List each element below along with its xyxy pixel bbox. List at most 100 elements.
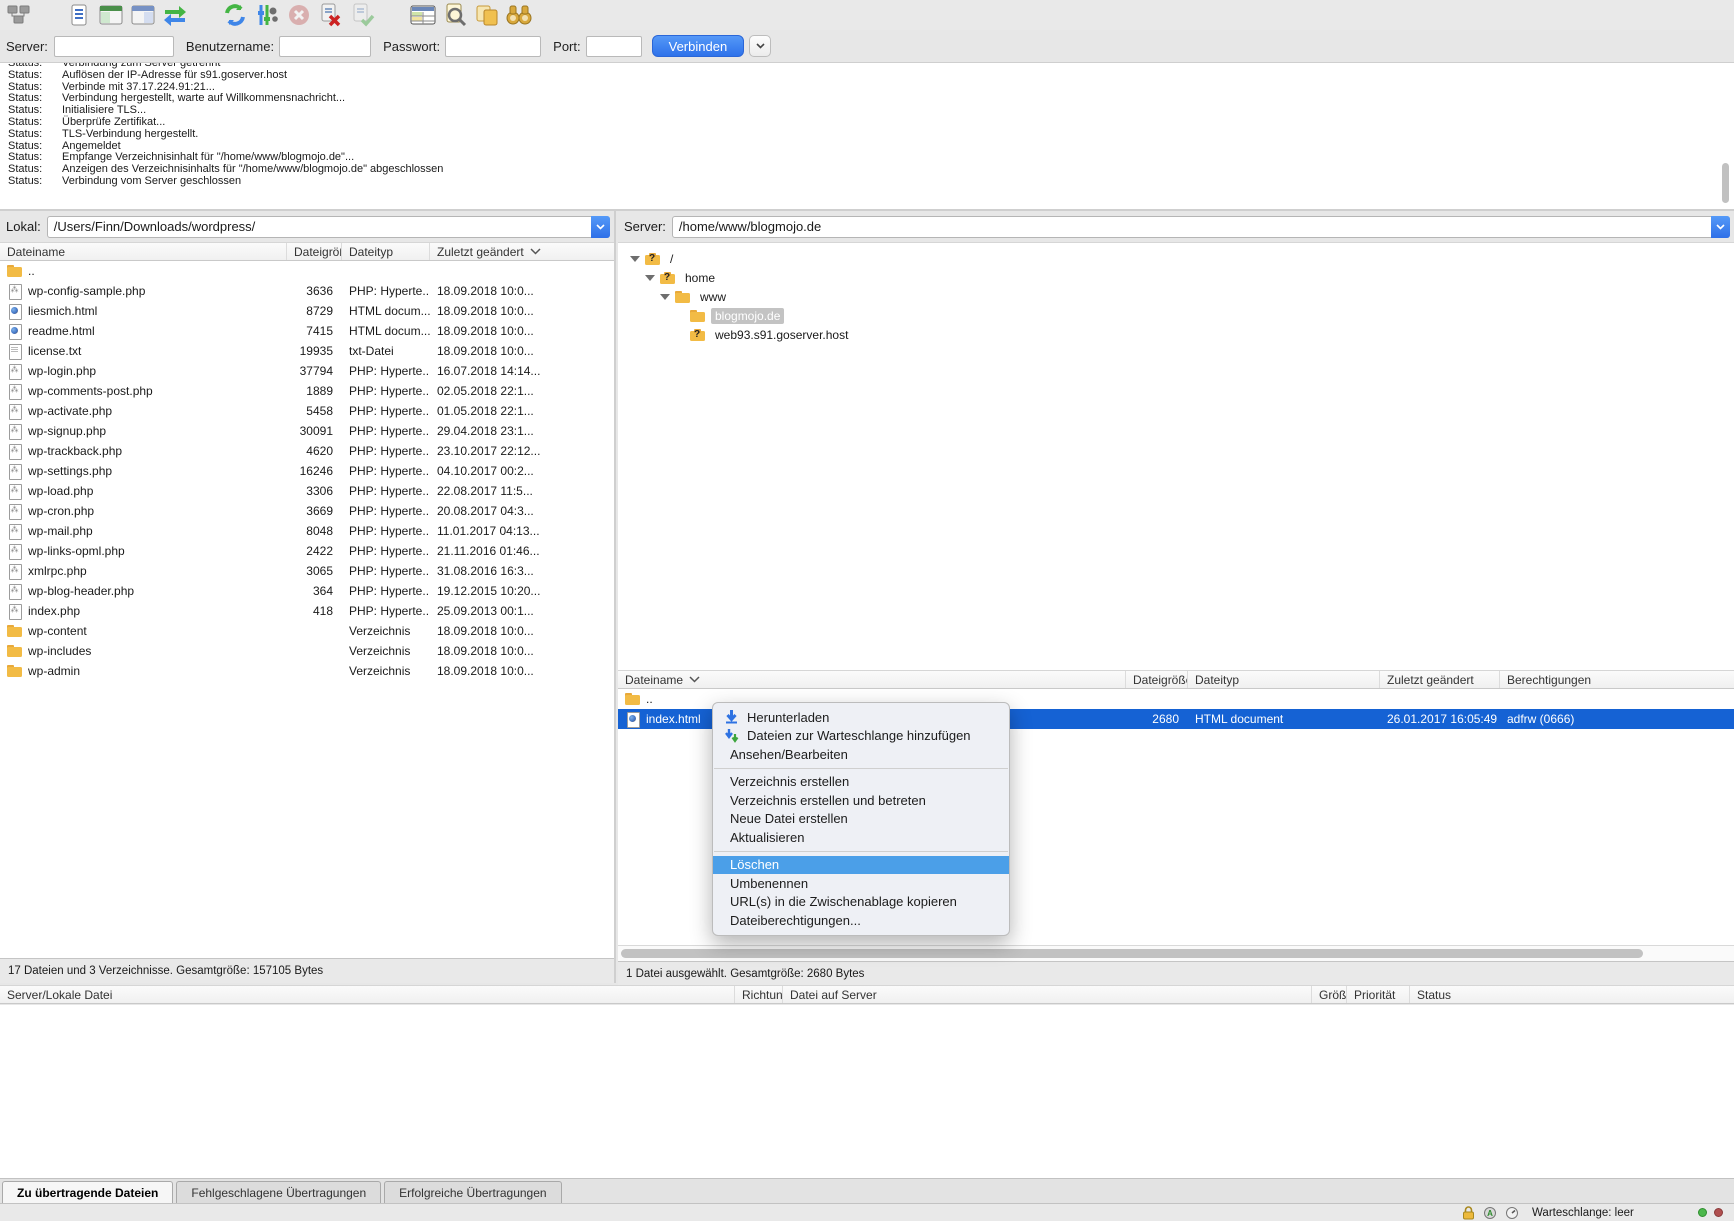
menu-item-ansehen-bearbeiten[interactable]: Ansehen/Bearbeiten bbox=[713, 745, 1009, 764]
file-row[interactable]: wp-comments-post.php1889PHP: Hyperte..02… bbox=[0, 381, 614, 401]
local-path-combo[interactable]: /Users/Finn/Downloads/wordpress/ bbox=[47, 216, 610, 238]
menu-item-herunterladen[interactable]: Herunterladen bbox=[713, 708, 1009, 727]
connect-button[interactable]: Verbinden bbox=[652, 35, 745, 57]
menu-item-verzeichnis-erstellen-und-betreten[interactable]: Verzeichnis erstellen und betreten bbox=[713, 791, 1009, 810]
cancel-icon[interactable] bbox=[286, 3, 312, 27]
menu-item-neue-datei-erstellen[interactable]: Neue Datei erstellen bbox=[713, 810, 1009, 829]
connect-dropdown-button[interactable] bbox=[749, 35, 771, 57]
menu-item-verzeichnis-erstellen[interactable]: Verzeichnis erstellen bbox=[713, 773, 1009, 792]
username-input[interactable] bbox=[279, 36, 371, 57]
file-row[interactable]: liesmich.html8729HTML docum...18.09.2018… bbox=[0, 301, 614, 321]
tree-item-blogmojo-de[interactable]: blogmojo.de bbox=[618, 306, 1734, 325]
column-header-priorit-t[interactable]: Priorität bbox=[1347, 986, 1410, 1003]
local-path-dropdown-button[interactable] bbox=[591, 216, 610, 238]
file-folder-icon bbox=[7, 664, 22, 678]
remote-path-dropdown-button[interactable] bbox=[1711, 216, 1730, 238]
remote-scrollbar-thumb[interactable] bbox=[621, 949, 1643, 958]
column-header-berechtigungen[interactable]: Berechtigungen bbox=[1500, 671, 1734, 688]
file-name: liesmich.html bbox=[28, 304, 97, 318]
file-row[interactable]: wp-links-opml.php2422PHP: Hyperte..21.11… bbox=[0, 541, 614, 561]
refresh-icon[interactable] bbox=[222, 3, 248, 27]
disclosure-triangle-icon[interactable] bbox=[660, 294, 670, 300]
port-input[interactable] bbox=[586, 36, 642, 57]
log-scrollbar-thumb[interactable] bbox=[1722, 163, 1729, 203]
tree-item-home[interactable]: home bbox=[618, 268, 1734, 287]
column-header-zuletzt-ge-ndert[interactable]: Zuletzt geändert bbox=[430, 243, 614, 260]
file-row[interactable]: license.txt19935txt-Datei18.09.2018 10:0… bbox=[0, 341, 614, 361]
file-row[interactable]: wp-contentVerzeichnis18.09.2018 10:0... bbox=[0, 621, 614, 641]
tree-item--[interactable]: / bbox=[618, 249, 1734, 268]
column-header-dateigr-e[interactable]: Dateigröße bbox=[287, 243, 342, 260]
filter-icon[interactable] bbox=[254, 3, 280, 27]
remote-path-value[interactable]: /home/www/blogmojo.de bbox=[673, 219, 1712, 234]
remote-status-text: 1 Datei ausgewählt. Gesamtgröße: 2680 By… bbox=[618, 961, 1734, 986]
server-input[interactable] bbox=[54, 36, 174, 57]
transfer-queue-body[interactable] bbox=[0, 1005, 1734, 1178]
transfer-queue-toggle-icon[interactable] bbox=[162, 3, 188, 27]
tab-fehlgeschlagene-bertragungen[interactable]: Fehlgeschlagene Übertragungen bbox=[176, 1181, 381, 1203]
message-log-toggle-icon[interactable] bbox=[66, 3, 92, 27]
column-header-dateiname[interactable]: Dateiname bbox=[0, 243, 287, 260]
menu-item-umbenennen[interactable]: Umbenennen bbox=[713, 874, 1009, 893]
local-tree-toggle-icon[interactable] bbox=[98, 3, 124, 27]
file-row[interactable]: wp-cron.php3669PHP: Hyperte..20.08.2017 … bbox=[0, 501, 614, 521]
column-header-server-lokale-datei[interactable]: Server/Lokale Datei bbox=[0, 986, 735, 1003]
menu-item-aktualisieren[interactable]: Aktualisieren bbox=[713, 828, 1009, 847]
column-header-richtung[interactable]: Richtung bbox=[735, 986, 783, 1003]
file-modified-cell: 02.05.2018 22:1... bbox=[430, 381, 614, 401]
find-files-icon[interactable] bbox=[506, 3, 532, 27]
column-header-gr-e[interactable]: Größe bbox=[1312, 986, 1347, 1003]
file-row[interactable]: wp-load.php3306PHP: Hyperte..22.08.2017 … bbox=[0, 481, 614, 501]
reconnect-icon[interactable] bbox=[350, 3, 376, 27]
remote-tree-toggle-icon[interactable] bbox=[130, 3, 156, 27]
file-row[interactable]: wp-login.php37794PHP: Hyperte..16.07.201… bbox=[0, 361, 614, 381]
column-header-dateityp[interactable]: Dateityp bbox=[342, 243, 430, 260]
column-header-dateityp[interactable]: Dateityp bbox=[1188, 671, 1380, 688]
menu-item-l-schen[interactable]: Löschen bbox=[713, 856, 1009, 875]
tab-zu-bertragende-dateien[interactable]: Zu übertragende Dateien bbox=[2, 1181, 173, 1203]
gear-auto-icon[interactable]: A bbox=[1483, 1206, 1497, 1220]
column-header-dateigr-e[interactable]: Dateigröße bbox=[1126, 671, 1188, 688]
column-header-datei-auf-server[interactable]: Datei auf Server bbox=[783, 986, 1312, 1003]
file-row[interactable]: readme.html7415HTML docum...18.09.2018 1… bbox=[0, 321, 614, 341]
file-row[interactable]: wp-config-sample.php3636PHP: Hyperte..18… bbox=[0, 281, 614, 301]
file-row[interactable]: wp-mail.php8048PHP: Hyperte..11.01.2017 … bbox=[0, 521, 614, 541]
menu-item-url-s-in-die-zwischenablage-kopieren[interactable]: URL(s) in die Zwischenablage kopieren bbox=[713, 893, 1009, 912]
disconnect-icon[interactable] bbox=[318, 3, 344, 27]
file-row[interactable]: .. bbox=[0, 261, 614, 281]
directory-listing-icon[interactable] bbox=[410, 3, 436, 27]
tab-erfolgreiche-bertragungen[interactable]: Erfolgreiche Übertragungen bbox=[384, 1181, 561, 1203]
site-manager-icon[interactable] bbox=[6, 3, 32, 27]
file-row[interactable]: index.php418PHP: Hyperte..25.09.2013 00:… bbox=[0, 601, 614, 621]
speed-limit-icon[interactable] bbox=[1505, 1206, 1519, 1220]
column-header-status[interactable]: Status bbox=[1410, 986, 1734, 1003]
file-row[interactable]: wp-activate.php5458PHP: Hyperte..01.05.2… bbox=[0, 401, 614, 421]
tree-item-web93-s91-goserver-host[interactable]: web93.s91.goserver.host bbox=[618, 325, 1734, 344]
menu-item-dateiberechtigungen-[interactable]: Dateiberechtigungen... bbox=[713, 911, 1009, 930]
file-type-cell: PHP: Hyperte.. bbox=[342, 581, 430, 601]
file-row[interactable]: wp-adminVerzeichnis18.09.2018 10:0... bbox=[0, 661, 614, 681]
file-row[interactable]: wp-trackback.php4620PHP: Hyperte..23.10.… bbox=[0, 441, 614, 461]
remote-horizontal-scrollbar[interactable] bbox=[618, 945, 1734, 961]
synchronized-browsing-icon[interactable] bbox=[474, 3, 500, 27]
menu-item-dateien-zur-warteschlange-hinzuf-gen[interactable]: Dateien zur Warteschlange hinzufügen bbox=[713, 727, 1009, 746]
file-row[interactable]: wp-includesVerzeichnis18.09.2018 10:0... bbox=[0, 641, 614, 661]
file-php-icon bbox=[7, 384, 22, 398]
log-scrollbar[interactable] bbox=[1720, 65, 1731, 209]
file-row[interactable]: wp-blog-header.php364PHP: Hyperte..19.12… bbox=[0, 581, 614, 601]
directory-comparison-icon[interactable] bbox=[442, 3, 468, 27]
file-row[interactable]: xmlrpc.php3065PHP: Hyperte..31.08.2016 1… bbox=[0, 561, 614, 581]
column-header-zuletzt-ge-ndert[interactable]: Zuletzt geändert bbox=[1380, 671, 1500, 688]
local-path-bar: Lokal: /Users/Finn/Downloads/wordpress/ bbox=[0, 211, 614, 242]
local-path-value[interactable]: /Users/Finn/Downloads/wordpress/ bbox=[48, 219, 592, 234]
password-input[interactable] bbox=[445, 36, 541, 57]
tree-item-www[interactable]: www bbox=[618, 287, 1734, 306]
message-log[interactable]: Status:Verbindung zum Server getrenntSta… bbox=[0, 63, 1734, 211]
remote-path-combo[interactable]: /home/www/blogmojo.de bbox=[672, 216, 1730, 238]
disclosure-triangle-icon[interactable] bbox=[645, 275, 655, 281]
file-row[interactable]: wp-signup.php30091PHP: Hyperte..29.04.20… bbox=[0, 421, 614, 441]
disclosure-triangle-icon[interactable] bbox=[630, 256, 640, 262]
file-row[interactable]: wp-settings.php16246PHP: Hyperte..04.10.… bbox=[0, 461, 614, 481]
port-label: Port: bbox=[553, 39, 580, 54]
column-header-dateiname[interactable]: Dateiname bbox=[618, 671, 1126, 688]
